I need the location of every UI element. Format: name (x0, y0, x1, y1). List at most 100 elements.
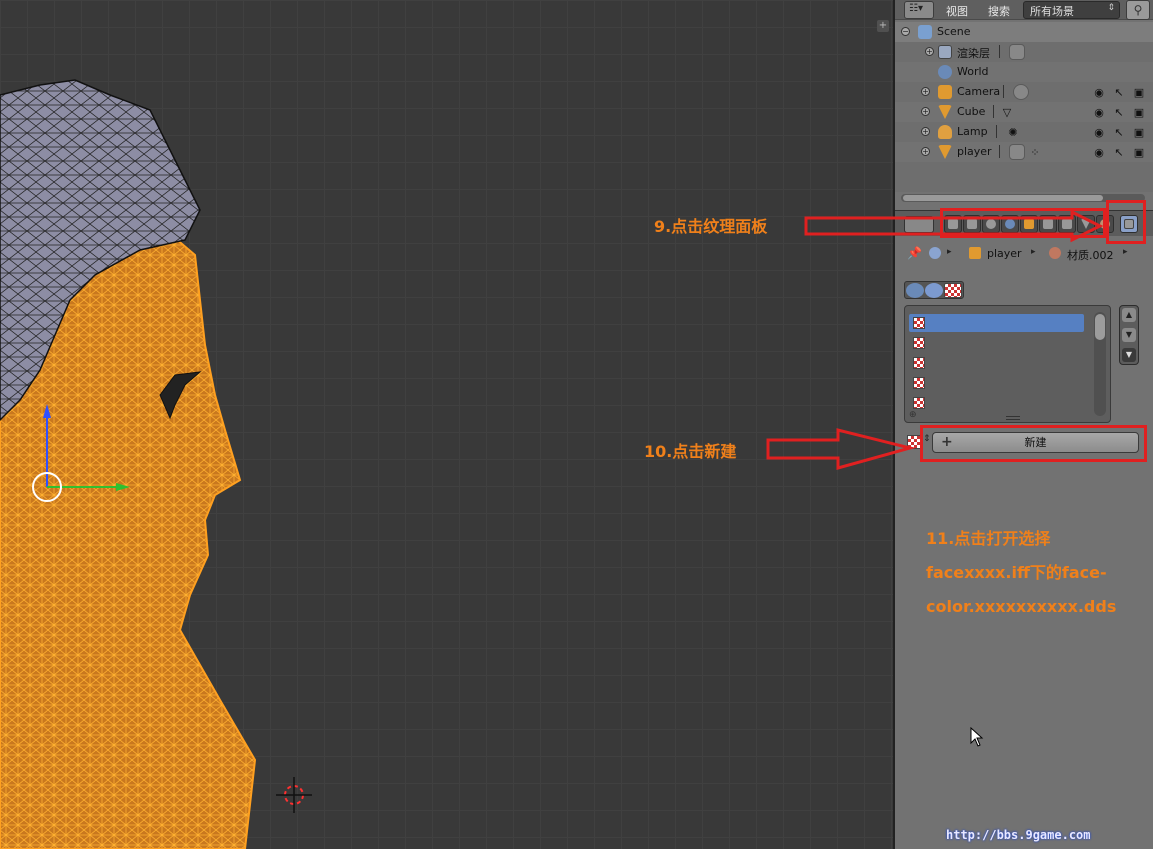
texture-icon (913, 337, 925, 349)
mesh-object-icon (938, 105, 952, 119)
texture-slot[interactable] (909, 374, 1084, 392)
outliner-row-cube[interactable]: + Cube ▽ ◉ ↖ ▣ (895, 102, 1153, 122)
separator (993, 105, 994, 118)
highlight-new-button (920, 425, 1147, 462)
annotation-step-11: 11.点击打开选择 facexxxx.iff下的face- color.xxxx… (926, 522, 1116, 624)
outliner-row-camera[interactable]: + Camera ◉ ↖ ▣ (895, 82, 1153, 102)
menu-search[interactable]: 搜索 (988, 3, 1010, 19)
camera-icon[interactable]: ▣ (1133, 146, 1145, 159)
annotation-step-11-line3: color.xxxxxxxxxx.dds (926, 597, 1117, 616)
move-down-button[interactable]: ▼ (1122, 328, 1136, 342)
outliner-label: Cube (957, 105, 986, 118)
texture-context-selector (904, 281, 964, 299)
mesh-data-icon[interactable] (1009, 144, 1025, 160)
properties-editor-type-button[interactable] (904, 216, 934, 233)
eye-icon[interactable]: ◉ (1093, 106, 1105, 119)
filter-plus-icon[interactable]: ⊕ (909, 410, 917, 420)
camera-object-icon (938, 85, 952, 99)
camera-icon[interactable]: ▣ (1133, 126, 1145, 139)
texture-icon (913, 317, 925, 329)
annotation-step-10: 10.点击新建 (644, 442, 737, 461)
scene-display-select[interactable]: 所有场景 ⇕ (1023, 1, 1120, 19)
chevron-right-icon: ▸ (1123, 247, 1128, 257)
breadcrumb-material[interactable]: 材质.002 (1067, 247, 1114, 263)
eye-icon[interactable]: ◉ (1093, 86, 1105, 99)
expand-icon[interactable]: + (921, 107, 930, 116)
texture-slot[interactable] (909, 314, 1084, 332)
lamp-object-icon (938, 125, 952, 139)
world-texture-icon[interactable] (906, 283, 924, 298)
outliner-label: 渲染层 (957, 47, 990, 60)
outliner-row-render-layers[interactable]: + 渲染层 (895, 42, 1153, 62)
highlight-texture-tab (1106, 200, 1146, 244)
outliner-label: player (957, 145, 992, 158)
scene-icon (918, 25, 932, 39)
separator (1003, 85, 1004, 98)
render-layer-sub-icon[interactable] (1009, 44, 1025, 60)
outliner-header: ☷▾ 视图 搜索 所有场景 ⇕ ⚲ (895, 0, 1153, 20)
outliner-row-lamp[interactable]: + Lamp ✺ ◉ ↖ ▣ (895, 122, 1153, 142)
outliner-editor-icon: ☷▾ (909, 3, 923, 14)
texture-icon (913, 357, 925, 369)
move-up-button[interactable]: ▲ (1122, 308, 1136, 322)
slot-move-buttons: ▲ ▼ ▼ (1119, 305, 1139, 365)
collapse-icon[interactable]: − (901, 27, 910, 36)
chevron-right-icon: ▸ (947, 247, 952, 257)
separator (996, 125, 997, 138)
annotation-step-9: 9.点击纹理面板 (654, 217, 768, 236)
expand-icon[interactable]: + (925, 47, 934, 56)
mesh-object-icon (938, 145, 952, 159)
3d-viewport[interactable]: + (0, 0, 893, 849)
texture-slot[interactable] (909, 354, 1084, 372)
specials-menu-button[interactable]: ▼ (1122, 348, 1136, 362)
watermark: http://bbs.9game.com (946, 828, 1091, 842)
resize-grip-icon[interactable] (1006, 416, 1020, 420)
cursor-icon[interactable]: ↖ (1113, 106, 1125, 119)
material-texture-icon[interactable] (925, 283, 943, 298)
eye-icon[interactable]: ◉ (1093, 126, 1105, 139)
outliner-row-player[interactable]: + player ⁘ ◉ ↖ ▣ (895, 142, 1153, 162)
other-texture-icon[interactable] (944, 283, 962, 298)
camera-icon[interactable]: ▣ (1133, 86, 1145, 99)
editor-type-button[interactable]: ☷▾ (904, 1, 934, 19)
render-layers-icon (938, 45, 952, 59)
separator (999, 45, 1000, 58)
search-icon[interactable]: ⚲ (1126, 0, 1150, 20)
texture-icon (913, 397, 925, 409)
texture-slot[interactable] (909, 394, 1084, 412)
scene-display-select-label: 所有场景 (1030, 5, 1074, 18)
outliner-row-scene[interactable]: − Scene (895, 22, 1153, 42)
eye-icon[interactable]: ◉ (1093, 146, 1105, 159)
camera-icon[interactable]: ▣ (1133, 106, 1145, 119)
slot-list-scrollbar[interactable] (1094, 312, 1106, 416)
expand-icon[interactable]: + (921, 147, 930, 156)
chevron-right-icon: ▸ (1031, 247, 1036, 257)
head-mesh-wireframe (0, 79, 312, 849)
scrollbar-thumb[interactable] (903, 195, 1103, 201)
viewport-split-plus-icon[interactable]: + (877, 20, 889, 32)
texture-slot-list: ⊕ (904, 305, 1111, 423)
modifier-icon[interactable]: ⁘ (1029, 146, 1041, 159)
cursor-icon[interactable]: ↖ (1113, 146, 1125, 159)
lamp-data-icon[interactable]: ✺ (1007, 126, 1019, 139)
cursor-icon[interactable]: ↖ (1113, 86, 1125, 99)
texture-slot[interactable] (909, 334, 1084, 352)
pin-icon[interactable]: 📌 (907, 246, 922, 260)
outliner-label: Scene (937, 25, 971, 38)
blender-window: + ☷▾ 视图 搜索 所有场景 ⇕ ⚲ − Scene + 渲染层 World … (0, 0, 1153, 849)
camera-data-icon[interactable] (1013, 84, 1029, 100)
outliner-label: World (957, 65, 989, 78)
scrollbar-thumb[interactable] (1095, 314, 1105, 340)
breadcrumb-object[interactable]: player (987, 247, 1022, 260)
outliner-row-world[interactable]: World (895, 62, 1153, 82)
cursor-icon[interactable]: ↖ (1113, 126, 1125, 139)
texture-browse-icon[interactable] (907, 435, 921, 449)
separator (999, 145, 1000, 158)
expand-icon[interactable]: + (921, 127, 930, 136)
menu-view[interactable]: 视图 (946, 3, 968, 19)
world-icon (938, 65, 952, 79)
expand-icon[interactable]: + (921, 87, 930, 96)
outliner-tree: − Scene + 渲染层 World + Camera ◉ ↖ ▣ + Cub… (895, 22, 1153, 192)
mesh-data-icon[interactable]: ▽ (1001, 106, 1013, 119)
outliner-label: Camera (957, 85, 1001, 98)
